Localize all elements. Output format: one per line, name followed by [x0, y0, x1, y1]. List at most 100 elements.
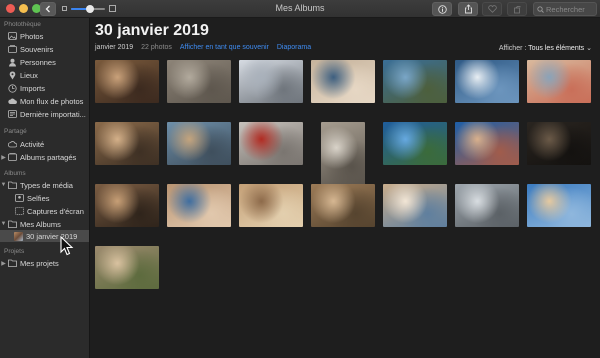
photo-thumbnail[interactable] [167, 122, 231, 165]
zoom-slider[interactable] [62, 2, 116, 16]
photo-thumbnail[interactable] [239, 184, 303, 227]
sidebar-item-photos[interactable]: Photos [0, 30, 89, 42]
memories-icon [7, 45, 17, 54]
info-button[interactable] [432, 2, 452, 16]
sidebar-item-label: Mon flux de photos [20, 96, 84, 106]
sidebar-item-activity[interactable]: Activité [0, 138, 89, 150]
disclosure-triangle-icon[interactable]: ▶ [0, 154, 7, 161]
sidebar-item-label: Souvenirs [20, 44, 54, 54]
share-button[interactable] [458, 2, 478, 16]
activity-cloud-icon [7, 140, 17, 149]
zoom-slider-knob[interactable] [85, 5, 94, 13]
sidebar-item-memories[interactable]: Souvenirs [0, 43, 89, 55]
photo-thumbnail[interactable] [95, 184, 159, 227]
sidebar-item-label: Photos [20, 31, 44, 41]
photo-thumbnail[interactable] [167, 184, 231, 227]
photo-thumbnail[interactable] [239, 60, 303, 103]
sidebar-item-photo-stream[interactable]: Mon flux de photos [0, 95, 89, 107]
folder-icon [7, 220, 17, 229]
sidebar-item-people[interactable]: Personnes [0, 56, 89, 68]
folder-icon [7, 181, 17, 190]
sidebar-item-label: Albums partagés [20, 152, 77, 162]
photo-thumbnail[interactable] [95, 246, 159, 289]
imports-clock-icon [7, 83, 17, 93]
sidebar-item-label: Captures d'écran [27, 206, 84, 216]
search-field[interactable] [533, 2, 597, 16]
photo-thumbnail[interactable] [527, 122, 591, 165]
album-subheader: janvier 2019 22 photos Afficher en tant … [95, 44, 311, 51]
minimize-window-button[interactable] [19, 4, 28, 13]
photos-icon [7, 32, 17, 41]
photo-thumbnail[interactable] [383, 60, 447, 103]
disclosure-triangle-icon[interactable]: ▶ [0, 260, 7, 267]
page-title: 30 janvier 2019 [95, 22, 209, 39]
photo-thumbnail[interactable] [311, 184, 375, 227]
zoom-slider-track[interactable] [71, 5, 105, 13]
sidebar-item-my-albums[interactable]: ▼ Mes Albums [0, 218, 89, 230]
photo-thumbnail[interactable] [95, 122, 159, 165]
sidebar-item-screenshots[interactable]: Captures d'écran [0, 205, 89, 217]
folder-icon [7, 259, 17, 268]
show-filter-dropdown[interactable]: Afficher : Tous les éléments ⌄ [499, 44, 592, 52]
photo-thumbnail[interactable] [383, 184, 447, 227]
back-button[interactable] [40, 2, 56, 16]
sidebar-item-album-30-janvier-2019[interactable]: 30 janvier 2019 [0, 230, 89, 242]
rotate-button[interactable] [507, 2, 527, 16]
places-pin-icon [7, 70, 17, 80]
photo-thumbnail[interactable] [527, 60, 591, 103]
large-thumbnail-icon [109, 5, 116, 12]
photo-thumbnail[interactable] [239, 122, 303, 165]
photo-thumbnail[interactable] [527, 184, 591, 227]
album-thumbnail [14, 231, 23, 241]
photo-thumbnail[interactable] [455, 184, 519, 227]
show-as-memory-link[interactable]: Afficher en tant que souvenir [180, 44, 269, 51]
sidebar-item-media-types[interactable]: ▼ Types de média [0, 179, 89, 191]
selfie-icon [14, 194, 24, 203]
people-icon [7, 58, 17, 67]
section-header-library: Photothèque [4, 21, 41, 28]
sidebar-item-my-projects[interactable]: ▶ Mes projets [0, 257, 89, 269]
disclosure-triangle-icon[interactable]: ▼ [0, 182, 7, 188]
sidebar-item-label: Selfies [27, 193, 50, 203]
search-input[interactable] [546, 4, 596, 14]
favorite-button[interactable] [482, 2, 502, 16]
screenshot-icon [14, 207, 24, 216]
date-label: janvier 2019 [95, 44, 134, 51]
photo-stream-icon [7, 97, 17, 106]
photo-thumbnail[interactable] [455, 60, 519, 103]
photo-thumbnail[interactable] [321, 121, 365, 186]
photo-thumbnail[interactable] [311, 60, 375, 103]
close-window-button[interactable] [6, 4, 15, 13]
sidebar-item-places[interactable]: Lieux [0, 69, 89, 81]
sidebar-item-label: Lieux [20, 70, 38, 80]
photo-thumbnail[interactable] [95, 60, 159, 103]
rotate-icon [513, 5, 521, 13]
photo-thumbnail[interactable] [383, 122, 447, 165]
sidebar-item-label: Imports [20, 83, 46, 93]
title-bar: Mes Albums [0, 0, 600, 18]
shared-album-icon [7, 153, 17, 162]
sidebar-item-label: Mes Albums [20, 219, 61, 229]
filter-value: Tous les éléments [528, 45, 585, 52]
chevron-down-icon: ⌄ [586, 45, 592, 52]
sidebar-item-last-import[interactable]: Dernière importati... [0, 108, 89, 120]
disclosure-triangle-icon[interactable]: ▼ [0, 221, 7, 227]
sidebar-item-label: Activité [20, 139, 45, 149]
sidebar-item-label: Mes projets [20, 258, 59, 268]
info-icon [437, 4, 447, 14]
slideshow-link[interactable]: Diaporama [277, 44, 311, 51]
main-content: 30 janvier 2019 janvier 2019 22 photos A… [90, 18, 600, 358]
small-thumbnail-icon [62, 6, 67, 11]
photo-thumbnail[interactable] [167, 60, 231, 103]
sidebar-item-shared-albums[interactable]: ▶ Albums partagés [0, 151, 89, 163]
filter-label: Afficher : [498, 45, 527, 52]
sidebar-item-selfies[interactable]: Selfies [0, 192, 89, 204]
sidebar-item-label: Types de média [20, 180, 73, 190]
sidebar-item-imports[interactable]: Imports [0, 82, 89, 94]
chevron-left-icon [45, 5, 50, 13]
share-icon [464, 4, 472, 14]
photo-thumbnail[interactable] [455, 122, 519, 165]
photo-count: 22 photos [141, 44, 172, 51]
sidebar: Photothèque Photos Souvenirs Personnes L… [0, 18, 90, 358]
heart-icon [487, 5, 497, 13]
